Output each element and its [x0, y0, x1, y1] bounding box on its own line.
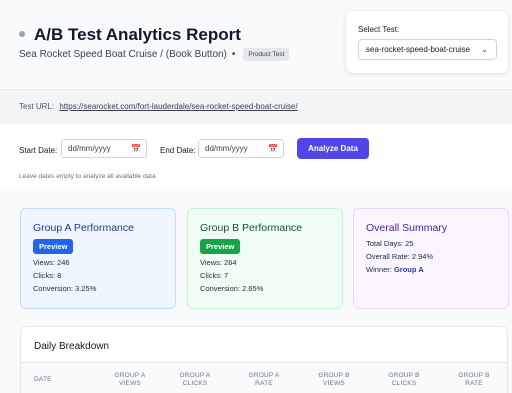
page-subtitle: Sea Rocket Speed Boat Cruise / (Book But…	[19, 48, 290, 61]
group-b-conversion: Conversion: 2.65%	[200, 284, 264, 293]
col-group-b-views: Group B Views	[318, 372, 350, 387]
winner-label: Winner:	[366, 265, 392, 274]
group-a-views: Views: 246	[33, 258, 70, 267]
group-b-views: Views: 264	[200, 258, 237, 267]
col-group-a-clicks: Group A Clicks	[179, 372, 211, 387]
group-a-card: Group A Performance Preview Views: 246 C…	[20, 208, 176, 309]
calendar-icon[interactable]: 📅	[131, 140, 141, 157]
col-date: Date	[34, 376, 52, 383]
header-divider	[0, 89, 512, 90]
daily-breakdown-card: Daily Breakdown Date Group A Views Group …	[20, 326, 508, 393]
summary-winner: Winner: Group A	[366, 265, 496, 274]
group-b-preview-button[interactable]: Preview	[200, 239, 241, 254]
test-select-dropdown[interactable]: sea-rocket-speed-boat-cruise ⌄	[358, 39, 497, 60]
winner-value: Group A	[393, 265, 424, 274]
group-a-clicks: Clicks: 8	[33, 271, 62, 280]
end-date-label: End Date:	[160, 146, 196, 155]
analyze-data-button[interactable]: Analyze Data	[297, 138, 369, 159]
col-group-a-rate: Group A Rate	[248, 372, 280, 387]
end-date-placeholder: dd/mm/yyyy	[205, 144, 248, 153]
select-test-label: Select Test:	[358, 25, 400, 34]
test-url-row: Test URL: https://searocket.com/fort-lau…	[19, 102, 298, 111]
group-a-title: Group A Performance	[33, 222, 134, 234]
col-group-b-clicks: Group B Clicks	[388, 372, 420, 387]
group-b-card: Group B Performance Preview Views: 264 C…	[187, 208, 343, 309]
group-a-preview-button[interactable]: Preview	[33, 239, 74, 254]
subtitle-separator: •	[231, 49, 236, 60]
col-group-a-views: Group A Views	[114, 372, 146, 387]
group-b-title: Group B Performance	[200, 222, 303, 234]
group-a-conversion: Conversion: 3.25%	[33, 284, 97, 293]
test-type-badge: Product Test	[243, 48, 290, 61]
overall-summary-card: Overall Summary Total Days: 25 Overall R…	[353, 208, 509, 309]
start-date-placeholder: dd/mm/yyyy	[68, 144, 111, 153]
summary-title: Overall Summary	[366, 222, 448, 234]
test-url-label: Test URL:	[19, 102, 55, 111]
start-date-label: Start Date:	[19, 146, 58, 155]
start-date-input[interactable]: dd/mm/yyyy 📅	[61, 139, 147, 158]
summary-total-days: Total Days: 25	[366, 239, 414, 248]
breakdown-table-header: Date Group A Views Group A Clicks Group AR…	[21, 362, 507, 393]
summary-overall-rate: Overall Rate: 2.94%	[366, 252, 434, 261]
daily-breakdown-title: Daily Breakdown	[34, 341, 110, 352]
test-select-value: sea-rocket-speed-boat-cruise	[366, 45, 471, 54]
test-name: Sea Rocket Speed Boat Cruise / (Book But…	[19, 49, 227, 60]
status-dot-icon	[19, 31, 25, 37]
test-select-card: Select Test: sea-rocket-speed-boat-cruis…	[346, 11, 508, 73]
col-group-b-rate: Group B Rate	[458, 372, 490, 387]
date-hint: Leave dates empty to analyze all availab…	[19, 173, 156, 180]
page-title: A/B Test Analytics Report	[34, 25, 241, 44]
group-b-clicks: Clicks: 7	[200, 271, 229, 280]
end-date-input[interactable]: dd/mm/yyyy 📅	[198, 139, 284, 158]
calendar-icon[interactable]: 📅	[268, 140, 278, 157]
test-url-link[interactable]: https://searocket.com/fort-lauderdale/se…	[59, 102, 297, 111]
chevron-down-icon: ⌄	[481, 45, 488, 54]
